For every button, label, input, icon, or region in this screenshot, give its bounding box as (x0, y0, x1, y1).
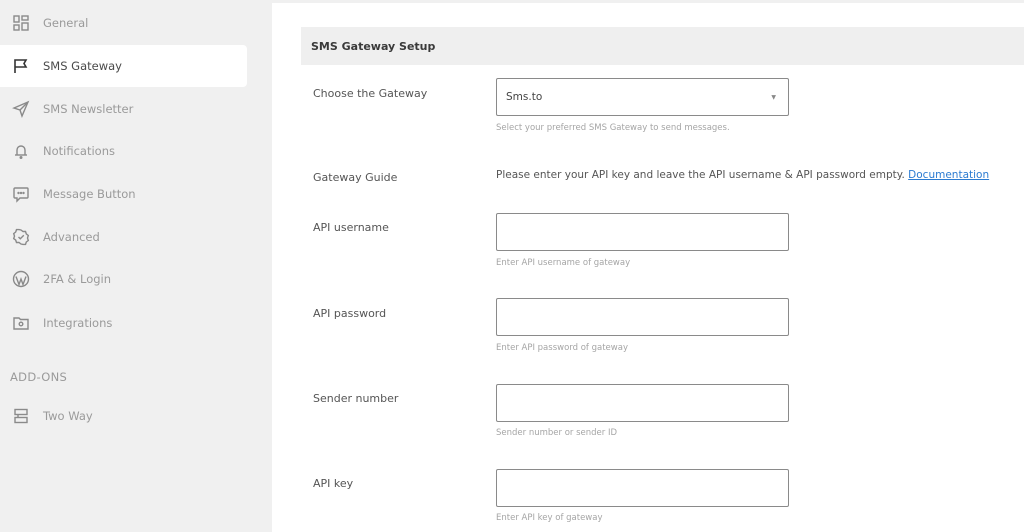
sidebar-item-2fa-login[interactable]: 2FA & Login (0, 258, 247, 300)
sidebar-item-label: Integrations (43, 316, 113, 330)
bell-icon (12, 142, 30, 160)
chevron-down-icon: ▼ (771, 94, 776, 101)
main-panel: SMS Gateway Setup Choose the Gateway Sms… (272, 3, 1024, 532)
sender-number-input[interactable] (497, 385, 788, 421)
wordpress-icon (12, 270, 30, 288)
flag-icon (12, 57, 30, 75)
sender-number-label: Sender number (313, 392, 399, 405)
send-icon (12, 100, 30, 118)
api-username-help: Enter API username of gateway (496, 258, 631, 268)
section-title: SMS Gateway Setup (311, 40, 436, 53)
badge-check-icon (12, 228, 30, 246)
api-key-label: API key (313, 477, 354, 490)
api-password-help: Enter API password of gateway (496, 343, 628, 353)
sender-number-field[interactable] (496, 384, 789, 422)
sender-number-help: Sender number or sender ID (496, 428, 618, 438)
gateway-help: Select your preferred SMS Gateway to sen… (496, 123, 730, 133)
folder-gear-icon (12, 314, 30, 332)
sidebar-item-two-way[interactable]: Two Way (0, 395, 247, 437)
section-header: SMS Gateway Setup (301, 27, 1024, 65)
sidebar-item-message-button[interactable]: Message Button (0, 173, 247, 215)
api-username-label: API username (313, 221, 389, 234)
sidebar-item-label: Notifications (43, 144, 115, 158)
sidebar-item-label: Advanced (43, 230, 100, 244)
sidebar-item-sms-gateway[interactable]: SMS Gateway (0, 45, 247, 87)
gateway-label: Choose the Gateway (313, 87, 428, 100)
gateway-select[interactable]: Sms.to ▼ (496, 78, 789, 116)
guide-label: Gateway Guide (313, 171, 398, 184)
sidebar-item-label: 2FA & Login (43, 272, 112, 286)
api-key-field[interactable] (496, 469, 789, 507)
api-key-input[interactable] (497, 470, 788, 506)
gateway-select-value: Sms.to (506, 91, 543, 103)
sidebar-item-notifications[interactable]: Notifications (0, 130, 247, 172)
sidebar-item-label: Two Way (43, 409, 93, 423)
api-username-input[interactable] (497, 214, 788, 250)
documentation-link[interactable]: Documentation (908, 169, 989, 181)
sidebar-item-advanced[interactable]: Advanced (0, 216, 247, 258)
sidebar-item-label: General (43, 16, 89, 30)
sidebar: General SMS Gateway SMS Newsletter Notif… (0, 0, 272, 532)
sidebar-item-sms-newsletter[interactable]: SMS Newsletter (0, 88, 247, 130)
two-way-icon (12, 407, 30, 425)
api-username-field[interactable] (496, 213, 789, 251)
api-password-label: API password (313, 307, 387, 320)
sidebar-item-label: Message Button (43, 187, 136, 201)
chat-icon (12, 185, 30, 203)
api-password-input[interactable] (497, 299, 788, 335)
api-password-field[interactable] (496, 298, 789, 336)
sidebar-item-general[interactable]: General (0, 2, 247, 44)
guide-text: Please enter your API key and leave the … (496, 169, 989, 181)
guide-text-body: Please enter your API key and leave the … (496, 169, 909, 181)
api-key-help: Enter API key of gateway (496, 513, 603, 523)
grid-icon (12, 14, 30, 32)
sidebar-item-label: SMS Newsletter (43, 102, 134, 116)
addons-section-title: ADD-ONS (10, 370, 68, 384)
sidebar-item-integrations[interactable]: Integrations (0, 302, 247, 344)
sidebar-item-label: SMS Gateway (43, 59, 122, 73)
